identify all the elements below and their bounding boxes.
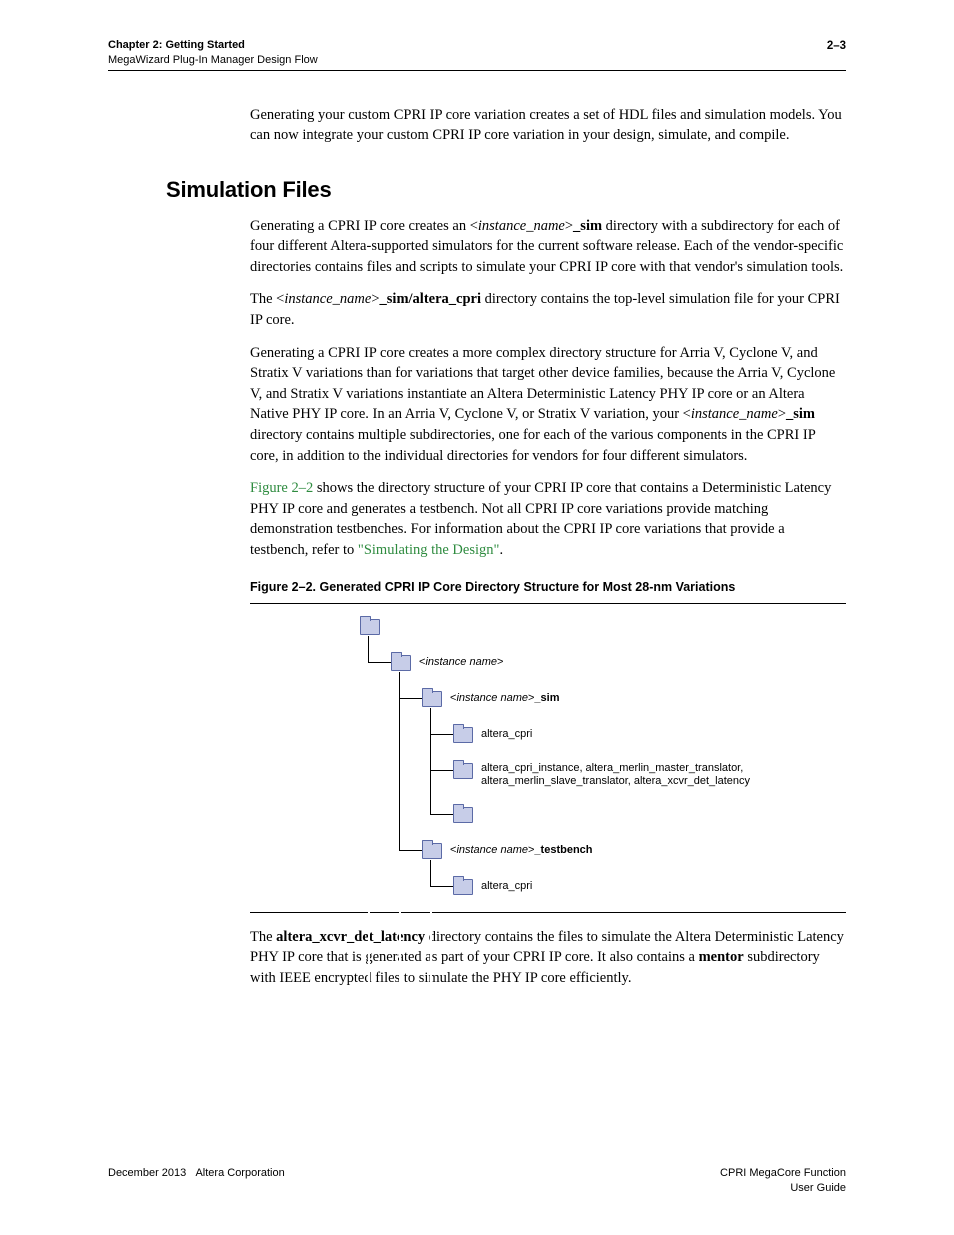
paragraph-1: Generating a CPRI IP core creates an <in… [250, 216, 846, 278]
paragraph-2: The <instance_name>_sim/altera_cpri dire… [250, 289, 846, 330]
chapter-label: Chapter 2: Getting Started [108, 38, 318, 53]
page-header: Chapter 2: Getting Started MegaWizard Pl… [108, 38, 846, 71]
tree-label-altera-cpri-tb: altera_cpri [481, 880, 532, 893]
footer-left: December 2013 Altera Corporation [108, 1166, 285, 1195]
tree-label-instance: <instance name> [419, 656, 503, 669]
paragraph-3: Generating a CPRI IP core creates a more… [250, 343, 846, 466]
folder-icon [453, 763, 473, 779]
tree-label-sim: <instance name>_sim [450, 692, 560, 705]
figure-reference[interactable]: Figure 2–2 [250, 480, 313, 496]
paragraph-5: The altera_xcvr_det_latency directory co… [250, 927, 846, 989]
footer-right: CPRI MegaCore Function User Guide [720, 1166, 846, 1195]
figure-caption: Figure 2–2. Generated CPRI IP Core Direc… [250, 578, 846, 596]
tree-label-altera-cpri: altera_cpri [481, 728, 532, 741]
folder-icon [453, 807, 473, 823]
page-footer: December 2013 Altera Corporation CPRI Me… [108, 1166, 846, 1195]
folder-icon [453, 727, 473, 743]
intro-paragraph: Generating your custom CPRI IP core vari… [250, 105, 846, 146]
section-heading: Simulation Files [166, 174, 846, 206]
page-number: 2–3 [827, 38, 846, 55]
folder-icon [453, 879, 473, 895]
folder-icon [391, 655, 411, 671]
folder-icon [422, 843, 442, 859]
tree-label-components: altera_cpri_instance, altera_merlin_mast… [481, 762, 761, 788]
folder-icon [422, 691, 442, 707]
paragraph-4: Figure 2–2 shows the directory structure… [250, 478, 846, 560]
tree-label-testbench: <instance name>_testbench [450, 844, 593, 857]
directory-tree: <instance name> <instance name>_sim [360, 618, 846, 896]
cross-reference-link[interactable]: "Simulating the Design" [358, 542, 500, 558]
figure-box: <instance name> <instance name>_sim [250, 603, 846, 913]
folder-icon [360, 619, 380, 635]
header-left: Chapter 2: Getting Started MegaWizard Pl… [108, 38, 318, 68]
section-label: MegaWizard Plug-In Manager Design Flow [108, 53, 318, 68]
